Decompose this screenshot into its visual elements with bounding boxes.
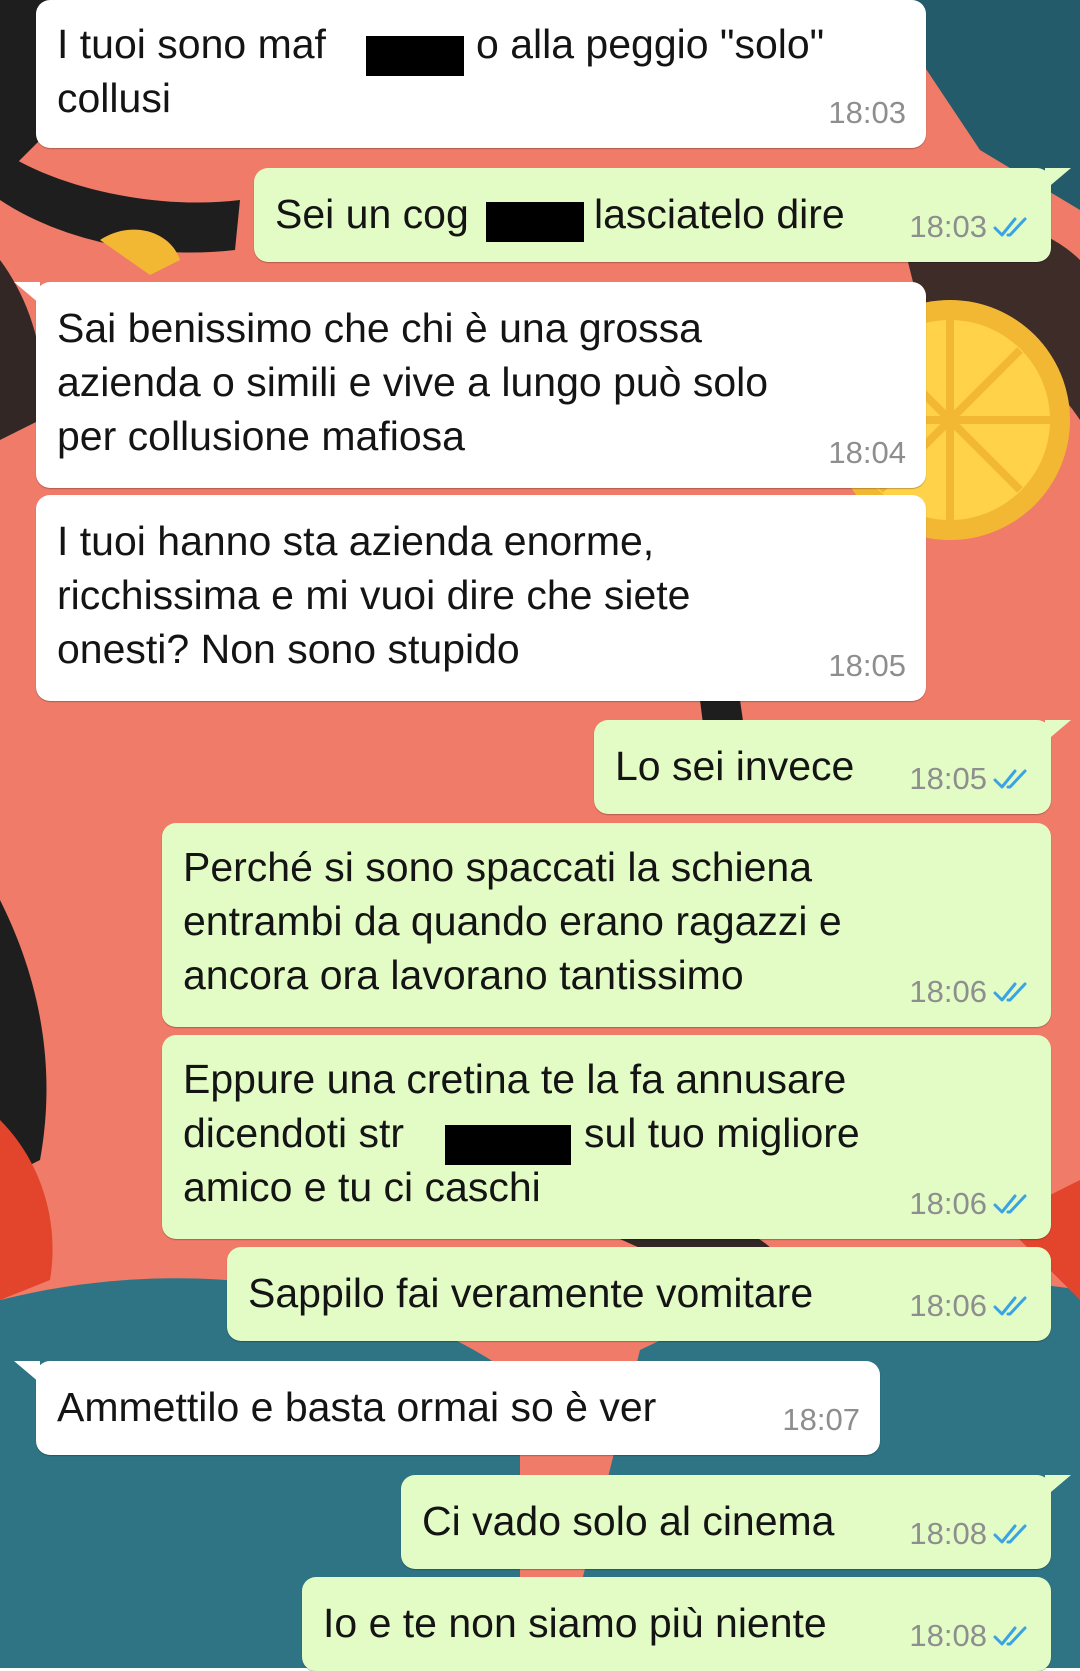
- message-text-line: I tuoi sono maf: [57, 21, 326, 67]
- message-text-line: Eppure una cretina te la fa annusare: [183, 1056, 847, 1102]
- bubble-tail: [14, 1361, 40, 1383]
- message-text-line: o alla peggio "solo": [476, 21, 825, 67]
- message-bubble-outgoing[interactable]: Sappilo fai veramente vomitare 18:06: [227, 1247, 1051, 1341]
- message-meta: 18:07: [782, 1403, 860, 1437]
- message-timestamp: 18:05: [909, 761, 987, 796]
- message-timestamp: 18:06: [909, 974, 987, 1009]
- message-bubble-outgoing[interactable]: Eppure una cretina te la fa annusare dic…: [162, 1035, 1051, 1239]
- message-bubble-outgoing[interactable]: Lo sei invece 18:05: [594, 720, 1051, 814]
- double-check-read-icon: [993, 1523, 1033, 1545]
- message-text-line: Ammettilo e basta ormai so è ver: [57, 1384, 657, 1430]
- message-text-line: dicendoti str: [183, 1110, 405, 1156]
- message-timestamp: 18:06: [909, 1288, 987, 1323]
- double-check-read-icon: [993, 768, 1033, 790]
- message-bubble-incoming[interactable]: Ammettilo e basta ormai so è ver 18:07: [36, 1361, 880, 1455]
- message-text-line: onesti? Non sono stupido: [57, 626, 520, 672]
- message-timestamp: 18:08: [909, 1516, 987, 1551]
- message-meta: 18:06: [909, 1187, 1033, 1221]
- redaction-bar: [486, 202, 584, 242]
- message-text-part: lasciatelo dire: [594, 191, 845, 237]
- message-text-line: sul tuo migliore: [584, 1110, 860, 1156]
- message-timestamp: 18:07: [782, 1402, 860, 1437]
- message-text-line: azienda o simili e vive a lungo può solo: [57, 359, 769, 405]
- double-check-read-icon: [993, 1193, 1033, 1215]
- message-bubble-incoming[interactable]: I tuoi hanno sta azienda enorme, ricchis…: [36, 495, 926, 701]
- message-text-line: entrambi da quando erano ragazzi e: [183, 898, 842, 944]
- message-text-part: Sei un cog: [275, 191, 469, 237]
- message-meta: 18:05: [909, 762, 1033, 796]
- message-text-line: collusi: [57, 75, 171, 121]
- message-text-line: Lo sei invece: [615, 743, 855, 789]
- message-timestamp: 18:04: [828, 435, 906, 470]
- redaction-bar: [445, 1125, 571, 1165]
- bubble-tail: [14, 282, 40, 304]
- message-timestamp: 18:06: [909, 1186, 987, 1221]
- message-timestamp: 18:03: [909, 209, 987, 244]
- double-check-read-icon: [993, 216, 1033, 238]
- bubble-tail: [1045, 1475, 1071, 1497]
- message-text-line: ricchissima e mi vuoi dire che siete: [57, 572, 691, 618]
- message-bubble-outgoing[interactable]: Io e te non siamo più niente 18:08: [302, 1577, 1051, 1671]
- message-text-line: amico e tu ci caschi: [183, 1164, 541, 1210]
- message-meta: 18:08: [909, 1619, 1033, 1653]
- message-text-line: per collusione mafiosa: [57, 413, 465, 459]
- bubble-tail: [1045, 720, 1071, 742]
- redaction-bar: [366, 36, 464, 76]
- message-timestamp: 18:08: [909, 1618, 987, 1653]
- message-bubble-outgoing[interactable]: Sei un cog lasciatelo dire 18:03: [254, 168, 1051, 262]
- message-meta: 18:06: [909, 1289, 1033, 1323]
- message-meta: 18:03: [828, 96, 906, 130]
- message-meta: 18:05: [828, 649, 906, 683]
- message-bubble-outgoing[interactable]: Ci vado solo al cinema 18:08: [401, 1475, 1051, 1569]
- message-bubble-incoming[interactable]: I tuoi sono maf o alla peggio "solo" col…: [36, 0, 926, 148]
- message-text-line: Perché si sono spaccati la schiena: [183, 844, 813, 890]
- message-meta: 18:03: [909, 210, 1033, 244]
- message-text-line: Ci vado solo al cinema: [422, 1498, 835, 1544]
- message-timestamp: 18:03: [828, 95, 906, 130]
- message-meta: 18:04: [828, 436, 906, 470]
- message-bubble-incoming[interactable]: Sai benissimo che chi è una grossa azien…: [36, 282, 926, 488]
- double-check-read-icon: [993, 981, 1033, 1003]
- message-timestamp: 18:05: [828, 648, 906, 683]
- message-meta: 18:08: [909, 1517, 1033, 1551]
- message-bubble-outgoing[interactable]: Perché si sono spaccati la schiena entra…: [162, 823, 1051, 1027]
- message-meta: 18:06: [909, 975, 1033, 1009]
- double-check-read-icon: [993, 1295, 1033, 1317]
- message-text-line: Io e te non siamo più niente: [323, 1600, 827, 1646]
- message-text-line: Sai benissimo che chi è una grossa: [57, 305, 702, 351]
- message-text-line: ancora ora lavorano tantissimo: [183, 952, 744, 998]
- bubble-tail: [1045, 168, 1071, 190]
- double-check-read-icon: [993, 1625, 1033, 1647]
- message-text-line: Sappilo fai veramente vomitare: [248, 1270, 814, 1316]
- message-text-line: I tuoi hanno sta azienda enorme,: [57, 518, 655, 564]
